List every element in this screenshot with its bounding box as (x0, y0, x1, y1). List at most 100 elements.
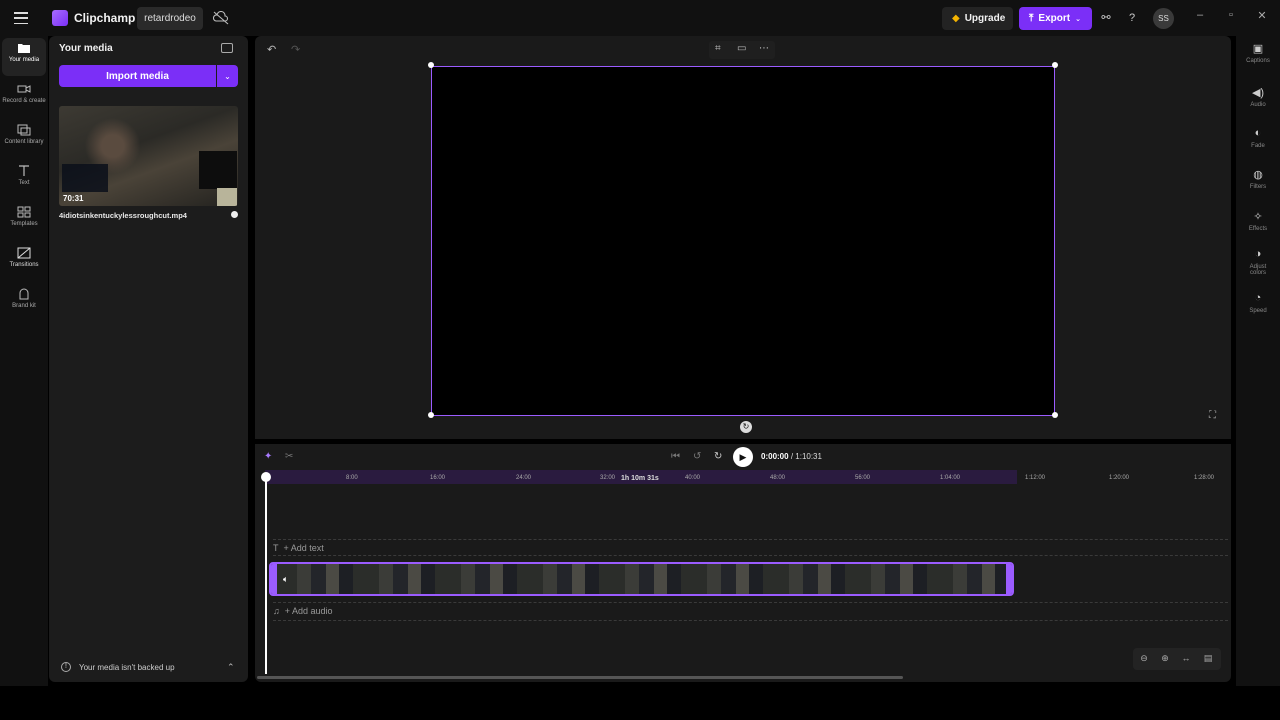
resize-handle[interactable] (1052, 412, 1058, 418)
export-button[interactable]: ⤒ Export ⌄ (1019, 7, 1092, 30)
chevron-up-icon[interactable]: ⌃ (227, 662, 235, 673)
menu-icon[interactable] (12, 10, 30, 26)
prop-label: Speed (1249, 308, 1267, 314)
music-note-icon: ♫ (273, 606, 285, 616)
playhead[interactable] (265, 474, 267, 674)
upload-icon: ⤒ (1029, 13, 1034, 24)
prop-captions[interactable]: ▣ Captions (1236, 42, 1280, 64)
volume-icon[interactable]: 🔈︎ (283, 574, 288, 585)
video-clip[interactable]: 🔈︎ (269, 562, 1014, 596)
cloud-sync-off-icon[interactable] (213, 11, 229, 25)
split-icon[interactable]: ✂ (285, 451, 293, 462)
chevron-down-icon: ⌄ (1075, 15, 1081, 23)
collapse-panel-icon[interactable] (221, 43, 233, 53)
add-audio-track[interactable]: ♫ + Add audio (273, 606, 333, 616)
play-button[interactable]: ▶ (733, 447, 753, 467)
video-canvas[interactable] (431, 66, 1055, 416)
zoom-out-icon[interactable]: ⊖ (1135, 653, 1153, 664)
ruler-tick: 1:04:00 (940, 475, 961, 481)
nav-templates[interactable]: Templates (2, 202, 46, 240)
panel-title: Your media (59, 43, 113, 54)
app-brand: Clipchamp (74, 11, 136, 25)
upgrade-button[interactable]: ◆ Upgrade (942, 7, 1013, 30)
clip-duration-label: 1h 10m 31s (621, 475, 659, 482)
crop-icon[interactable]: ⌗ (715, 43, 721, 54)
resize-handle[interactable] (1052, 62, 1058, 68)
clip-trim-handle-left[interactable] (271, 564, 277, 594)
ruler-tick: 56:00 (855, 475, 871, 481)
prop-speed[interactable]: ◔ Speed (1236, 292, 1280, 314)
nav-your-media[interactable]: Your media (2, 38, 46, 76)
total-time: 1:10:31 (795, 452, 822, 461)
nav-label: Text (18, 180, 30, 186)
prop-label: Filters (1249, 184, 1267, 190)
redo-icon[interactable]: ↷ (291, 43, 300, 56)
ruler-tick: 40:00 (685, 475, 701, 481)
media-panel: Your media Import media ⌄ 70:31 4idiotsi… (49, 36, 248, 682)
timecode: 0:00:00 / 1:10:31 (761, 452, 822, 461)
nav-label: Transitions (9, 262, 39, 268)
zoom-in-icon[interactable]: ⊕ (1156, 653, 1174, 664)
magic-icon[interactable]: ✦ (264, 451, 272, 462)
prop-adjust-colors[interactable]: ◑ Adjust colors (1236, 248, 1280, 276)
share-icon[interactable]: ⚯ (1098, 10, 1114, 26)
fit-icon[interactable]: ▭ (737, 43, 746, 54)
transitions-icon (17, 247, 31, 259)
prop-filters[interactable]: ◍ Filters (1236, 168, 1280, 190)
prop-label: Captions (1246, 58, 1270, 64)
undo-icon[interactable]: ↶ (267, 43, 276, 56)
adjust-colors-icon: ◑ (1254, 248, 1262, 260)
nav-transitions[interactable]: Transitions (2, 243, 46, 281)
add-text-track[interactable]: T + Add text (273, 543, 324, 553)
backup-notice[interactable]: ! Your media isn't backed up (61, 662, 175, 672)
skip-back-icon[interactable]: ⏮ (671, 451, 680, 462)
audio-icon: ◀) (1251, 87, 1265, 99)
info-icon: ! (61, 662, 71, 672)
rewind-5-icon[interactable]: ↺ (693, 451, 701, 462)
fit-timeline-icon[interactable]: ↔ (1177, 653, 1195, 663)
thumbnail-minimap (199, 151, 237, 189)
import-dropdown-button[interactable]: ⌄ (217, 65, 238, 87)
rotate-icon[interactable]: ↻ (740, 421, 752, 433)
brand-kit-icon (19, 288, 29, 300)
forward-5-icon[interactable]: ↻ (714, 451, 722, 462)
nav-record-create[interactable]: Record & create (2, 79, 46, 117)
upgrade-label: Upgrade (964, 13, 1006, 24)
nav-label: Record & create (2, 98, 46, 104)
nav-text[interactable]: Text (2, 161, 46, 199)
timeline: ✦ ✂ ⏮ ↺ ↻ ▶ 0:00:00 / 1:10:31 8:00 16:00… (255, 444, 1231, 682)
filters-icon: ◍ (1253, 169, 1263, 181)
minimize-icon[interactable]: – (1193, 9, 1207, 21)
top-bar: Clipchamp retardrodeo ◆ Upgrade ⤒ Export… (0, 0, 1280, 36)
nav-content-library[interactable]: Content library (2, 120, 46, 158)
clip-trim-handle-right[interactable] (1006, 564, 1012, 594)
add-audio-label: + Add audio (284, 606, 333, 616)
ruler-tick: 8:00 (346, 475, 358, 481)
templates-icon (17, 206, 31, 218)
prop-effects[interactable]: ✧ Effects (1236, 210, 1280, 232)
captions-icon: ▣ (1252, 43, 1264, 55)
prop-audio[interactable]: ◀) Audio (1236, 86, 1280, 108)
nav-brand-kit[interactable]: Brand kit (2, 284, 46, 322)
avatar[interactable]: SS (1153, 8, 1174, 29)
help-icon[interactable]: ? (1124, 10, 1140, 26)
track-divider (273, 539, 1228, 540)
text-icon (19, 165, 29, 176)
resize-handle[interactable] (428, 412, 434, 418)
prop-label: Fade (1251, 143, 1265, 149)
camera-icon (17, 85, 31, 93)
nav-label: Brand kit (12, 303, 36, 309)
horizontal-scrollbar[interactable] (257, 676, 903, 679)
import-media-button[interactable]: Import media (59, 65, 216, 87)
timeline-view-icon[interactable]: ▤ (1199, 653, 1217, 664)
media-thumbnail[interactable]: 70:31 (59, 106, 238, 206)
fullscreen-icon[interactable]: ⛶ (1209, 410, 1216, 421)
more-options-icon[interactable]: ⋯ (759, 43, 769, 54)
project-name-field[interactable]: retardrodeo (137, 7, 203, 30)
fade-icon: ◐ (1254, 127, 1262, 139)
resize-handle[interactable] (428, 62, 434, 68)
folder-icon (18, 44, 30, 53)
close-icon[interactable]: ✕ (1255, 9, 1269, 22)
maximize-icon[interactable]: ▫ (1224, 9, 1238, 21)
prop-fade[interactable]: ◐ Fade (1236, 127, 1280, 149)
